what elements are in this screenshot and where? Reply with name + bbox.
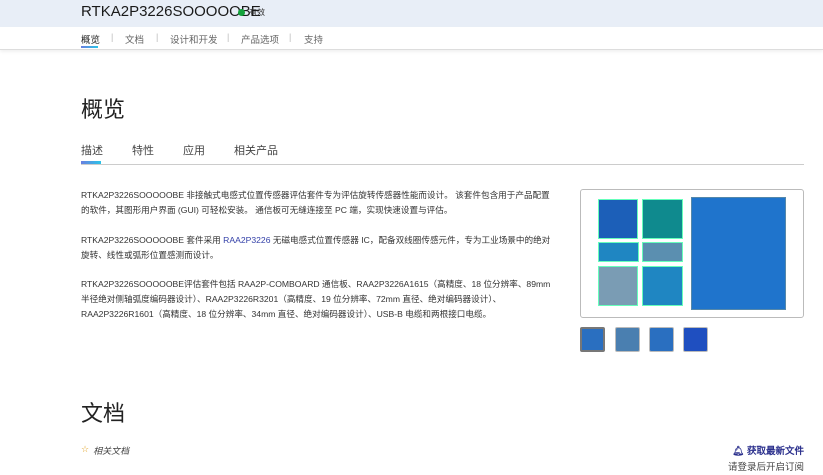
related-docs[interactable]: ☆ 相关文档 xyxy=(81,444,129,457)
nav-divider: | xyxy=(156,32,159,42)
get-latest-docs-button[interactable]: 🔔︎ 获取最新文件 xyxy=(732,443,804,457)
tab-features[interactable]: 特性 xyxy=(132,142,154,158)
bell-icon: 🔔︎ xyxy=(732,446,747,457)
board-image xyxy=(598,266,638,306)
tab-related-products[interactable]: 相关产品 xyxy=(234,142,278,158)
nav-options[interactable]: 产品选项 xyxy=(241,32,279,46)
login-hint: 请登录后开启订阅 xyxy=(727,462,804,473)
tab-applications[interactable]: 应用 xyxy=(183,142,205,158)
text: RTKA2P3226SOOOOOBE 套件采用 xyxy=(81,235,224,245)
nav-divider: | xyxy=(227,32,230,42)
overview-tabs: 描述 特性 应用 相关产品 xyxy=(81,141,804,165)
nav-divider: | xyxy=(111,32,114,42)
board-image xyxy=(642,266,683,306)
nav-support[interactable]: 支持 xyxy=(304,32,323,46)
nav-docs[interactable]: 文档 xyxy=(125,32,144,46)
description-paragraph-3: RTKA2P3226SOOOOOBE评估套件包括 RAA2P-COMBOARD … xyxy=(81,279,551,319)
gallery-thumbnail[interactable] xyxy=(683,327,708,352)
tab-description[interactable]: 描述 xyxy=(81,142,103,158)
nav-overview[interactable]: 概览 xyxy=(81,32,100,46)
board-image xyxy=(598,199,638,239)
star-icon: ☆ xyxy=(81,444,90,454)
comboard-image xyxy=(691,197,786,310)
docs-heading: 文档 xyxy=(81,401,126,426)
section-nav: 概览 | 文档 | 设计和开发 | 产品选项 | 支持 xyxy=(0,27,823,50)
get-latest-label: 获取最新文件 xyxy=(746,446,804,457)
board-image xyxy=(642,199,683,239)
tab-active-underline xyxy=(81,161,101,164)
related-docs-label: 相关文档 xyxy=(93,446,130,456)
product-image-gallery[interactable] xyxy=(580,189,804,318)
gallery-thumbnail[interactable] xyxy=(649,327,674,352)
nav-active-underline xyxy=(81,46,98,48)
description-paragraph-2: RTKA2P3226SOOOOOBE 套件采用 RAA2P3226 无磁电感式位… xyxy=(81,233,556,263)
product-title: RTKA2P3226SOOOOOBE xyxy=(81,3,261,20)
board-image xyxy=(642,242,683,262)
board-image xyxy=(598,242,639,262)
description-paragraph-1: RTKA2P3226SOOOOOBE 非接触式电感式位置传感器评估套件专为评估旋… xyxy=(81,190,550,215)
nav-divider: | xyxy=(289,32,292,42)
overview-heading: 概览 xyxy=(81,97,126,122)
product-header: RTKA2P3226SOOOOOBE 有效 xyxy=(0,0,823,27)
gallery-thumbnail[interactable] xyxy=(580,327,605,352)
status-text: 有效 xyxy=(249,8,265,17)
nav-design[interactable]: 设计和开发 xyxy=(170,32,218,46)
gallery-thumbnail[interactable] xyxy=(615,327,640,352)
status-badge: 有效 xyxy=(238,7,265,18)
raa2p3226-link[interactable]: RAA2P3226 xyxy=(223,235,270,245)
status-dot-icon xyxy=(238,9,245,16)
